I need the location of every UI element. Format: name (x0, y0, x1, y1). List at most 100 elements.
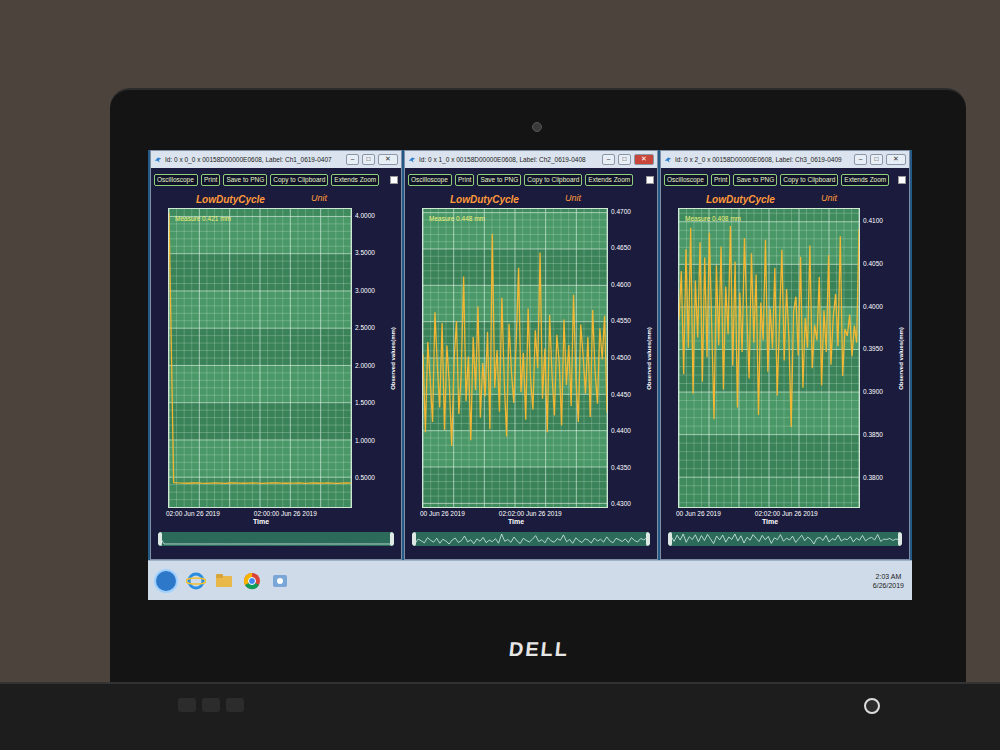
toolbar-button[interactable]: Oscilloscope (408, 174, 452, 187)
chart-plot[interactable] (423, 209, 607, 507)
y-tick: 0.4400 (611, 428, 631, 435)
oscilloscope-window[interactable]: Id: 0 x 1_0 x 00158D00000E0608, Label: C… (404, 150, 658, 560)
y-tick: 3.0000 (355, 288, 375, 295)
oscilloscope-window[interactable]: Id: 0 x 2_0 x 00158D00000E0608, Label: C… (660, 150, 910, 560)
clock[interactable]: 2:03 AM6/26/2019 (871, 572, 906, 590)
clock-date: 6/26/2019 (873, 581, 904, 590)
close-button[interactable]: ✕ (634, 154, 654, 165)
navigator-handle-right[interactable] (390, 532, 394, 546)
toolbar-button[interactable]: Extends Zoom (331, 174, 379, 187)
time-navigator[interactable] (412, 532, 650, 546)
minimize-button[interactable]: – (602, 154, 615, 165)
y-axis-title: Observed values(mm) (645, 327, 654, 390)
series-line (679, 226, 859, 427)
close-button[interactable]: ✕ (886, 154, 906, 165)
oscilloscope-window[interactable]: Id: 0 x 0_0 x 00158D00000E0608, Label: C… (150, 150, 402, 560)
y-axis-title: Observed values(mm) (389, 327, 398, 390)
chrome-icon[interactable] (242, 571, 262, 591)
start-button[interactable] (154, 569, 178, 593)
toolbar-button[interactable]: Extends Zoom (585, 174, 633, 187)
x-axis-title: Time (508, 518, 524, 528)
y-tick: 0.4050 (863, 261, 883, 268)
chart-area: Measure 0.448 mm0.47000.46500.46000.4550… (408, 208, 654, 508)
title-bar[interactable]: Id: 0 x 0_0 x 00158D00000E0608, Label: C… (151, 151, 401, 168)
y-axis-title-box: Observed values(mm) (388, 208, 398, 508)
chart-header: LowDutyCycleUnit (408, 190, 654, 208)
plot-area[interactable]: Measure 0.421 mm (168, 208, 352, 508)
toolbar-button[interactable]: Print (711, 174, 730, 187)
measure-readout: Measure 0.421 mm (175, 214, 231, 224)
toolbar-button[interactable]: Save to PNG (733, 174, 777, 187)
toolbar: OscilloscopePrintSave to PNGCopy to Clip… (154, 170, 398, 190)
folder-icon[interactable] (214, 571, 234, 591)
chart-plot[interactable] (679, 209, 859, 507)
toolbar-button[interactable]: Print (455, 174, 474, 187)
media-key[interactable] (202, 698, 220, 712)
y-tick: 1.5000 (355, 400, 375, 407)
navigator-handle-right[interactable] (646, 532, 650, 546)
toolbar-button[interactable]: Oscilloscope (154, 174, 198, 187)
chart-header: LowDutyCycleUnit (154, 190, 398, 208)
navigator-handle-right[interactable] (898, 532, 902, 546)
close-button[interactable]: ✕ (378, 154, 398, 165)
navigator-wave (668, 532, 902, 546)
windows-row: Id: 0 x 0_0 x 00158D00000E0608, Label: C… (148, 150, 912, 560)
y-tick: 0.3900 (863, 389, 883, 396)
y-tick: 0.3950 (863, 346, 883, 353)
toolbar-button[interactable]: Copy to Clipboard (270, 174, 328, 187)
plot-area[interactable]: Measure 0.408 mm (678, 208, 860, 508)
navigator-handle-left[interactable] (412, 532, 416, 546)
toolbar-button[interactable]: Save to PNG (477, 174, 521, 187)
toolbar-button[interactable]: Oscilloscope (664, 174, 708, 187)
browser-icon[interactable] (186, 571, 206, 591)
y-tick: 0.4550 (611, 318, 631, 325)
navigator-handle-left[interactable] (668, 532, 672, 546)
title-bar[interactable]: Id: 0 x 2_0 x 00158D00000E0608, Label: C… (661, 151, 909, 168)
clock-time: 2:03 AM (876, 572, 902, 581)
chart-plot[interactable] (169, 209, 351, 507)
maximize-button[interactable]: □ (362, 154, 375, 165)
x-tick: 02:00 Jun 26 2019 (166, 511, 220, 518)
photo-scene: Id: 0 x 0_0 x 00158D00000E0608, Label: C… (0, 0, 1000, 750)
zoom-checkbox[interactable] (898, 176, 906, 184)
minimize-button[interactable]: – (854, 154, 867, 165)
maximize-button[interactable]: □ (618, 154, 631, 165)
toolbar-button[interactable]: Save to PNG (223, 174, 267, 187)
toolbar-button[interactable]: Print (201, 174, 220, 187)
window-title: Id: 0 x 2_0 x 00158D00000E0608, Label: C… (675, 155, 851, 165)
toolbar-button[interactable]: Copy to Clipboard (780, 174, 838, 187)
minimize-button[interactable]: – (346, 154, 359, 165)
series-line (423, 234, 607, 446)
maximize-button[interactable]: □ (870, 154, 883, 165)
media-key[interactable] (226, 698, 244, 712)
y-axis-title-box: Observed values(mm) (896, 208, 906, 508)
x-tick: 02:02:00 Jun 26 2019 (755, 511, 818, 518)
x-axis: 00 Jun 26 201902:02:00 Jun 26 2019 (408, 508, 654, 518)
y-tick: 0.4300 (611, 501, 631, 508)
brand-logo: DELL (505, 634, 570, 664)
y-tick: 0.4600 (611, 282, 631, 289)
zoom-checkbox[interactable] (646, 176, 654, 184)
power-button[interactable] (864, 698, 880, 714)
y-tick: 4.0000 (355, 213, 375, 220)
app-icon[interactable] (270, 571, 290, 591)
y-axis: 0.41000.40500.40000.39500.39000.38500.38… (860, 208, 896, 508)
x-tick: 02:02:00 Jun 26 2019 (499, 511, 562, 518)
media-key[interactable] (178, 698, 196, 712)
title-bar[interactable]: Id: 0 x 1_0 x 00158D00000E0608, Label: C… (405, 151, 657, 168)
webcam (532, 122, 542, 132)
screen: Id: 0 x 0_0 x 00158D00000E0608, Label: C… (148, 150, 912, 600)
navigator-handle-left[interactable] (158, 532, 162, 546)
chart-area: Measure 0.421 mm4.00003.50003.00002.5000… (154, 208, 398, 508)
x-axis-title: Time (762, 518, 778, 528)
time-navigator[interactable] (668, 532, 902, 546)
zoom-checkbox[interactable] (390, 176, 398, 184)
laptop-lid: Id: 0 x 0_0 x 00158D00000E0608, Label: C… (110, 88, 966, 682)
chart-title: LowDutyCycle (450, 192, 519, 207)
toolbar-button[interactable]: Extends Zoom (841, 174, 889, 187)
time-navigator[interactable] (158, 532, 394, 546)
toolbar-button[interactable]: Copy to Clipboard (524, 174, 582, 187)
y-tick: 2.5000 (355, 325, 375, 332)
window-title: Id: 0 x 0_0 x 00158D00000E0608, Label: C… (165, 155, 343, 165)
plot-area[interactable]: Measure 0.448 mm (422, 208, 608, 508)
